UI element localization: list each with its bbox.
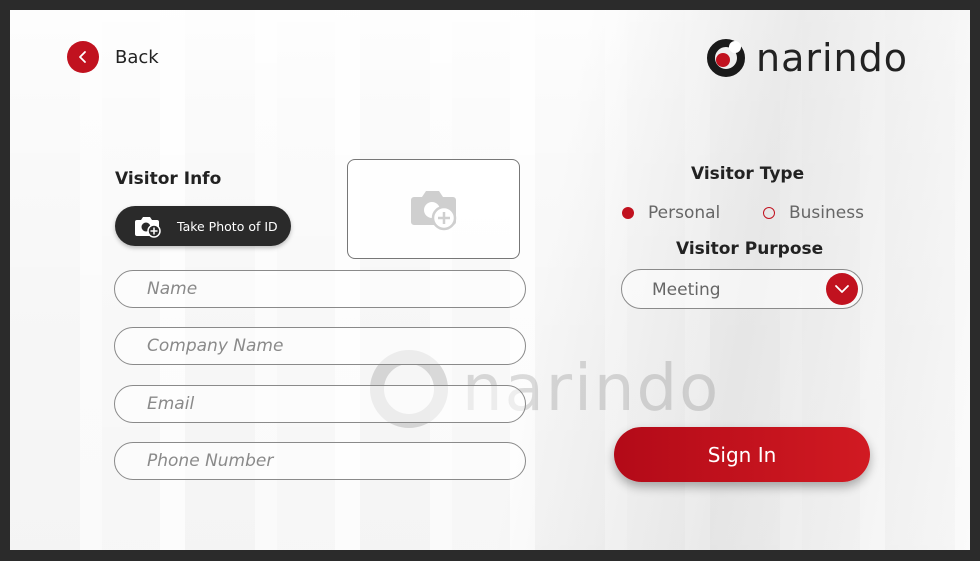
take-photo-button[interactable]: Take Photo of ID [115,206,291,246]
camera-add-icon [135,217,161,238]
radio-unchecked-icon [763,207,775,219]
chevron-down-icon[interactable] [826,273,858,305]
email-input[interactable] [115,386,525,422]
visitor-purpose-value: Meeting [652,280,721,300]
visitor-purpose-select[interactable]: Meeting [621,269,863,309]
radio-personal[interactable]: Personal [622,203,720,223]
sign-in-button[interactable]: Sign In [614,427,870,482]
visitor-purpose-title: Visitor Purpose [676,239,824,259]
phone-number-field[interactable] [114,442,526,480]
name-field[interactable] [114,270,526,308]
company-name-field[interactable] [114,327,526,365]
radio-business[interactable]: Business [763,203,864,223]
logo-text: narindo [756,36,909,80]
take-photo-label: Take Photo of ID [177,218,278,234]
phone-number-input[interactable] [115,443,525,479]
id-photo-preview[interactable] [347,159,520,259]
brand-logo: narindo [706,38,908,78]
email-field[interactable] [114,385,526,423]
radio-personal-label: Personal [648,203,721,223]
visitor-type-title: Visitor Type [691,164,805,184]
sign-in-label: Sign In [707,442,777,467]
back-label: Back [115,46,159,68]
chevron-left-icon [67,41,99,73]
company-name-input[interactable] [115,328,525,364]
name-input[interactable] [115,271,525,307]
radio-checked-icon [622,207,634,219]
logo-mark-icon [707,39,745,77]
app-frame: narindo Back narindo Visitor Info Take P… [10,10,970,550]
visitor-info-title: Visitor Info [115,169,222,189]
radio-business-label: Business [789,203,864,223]
back-button[interactable]: Back [67,41,159,73]
camera-add-icon [410,191,456,231]
